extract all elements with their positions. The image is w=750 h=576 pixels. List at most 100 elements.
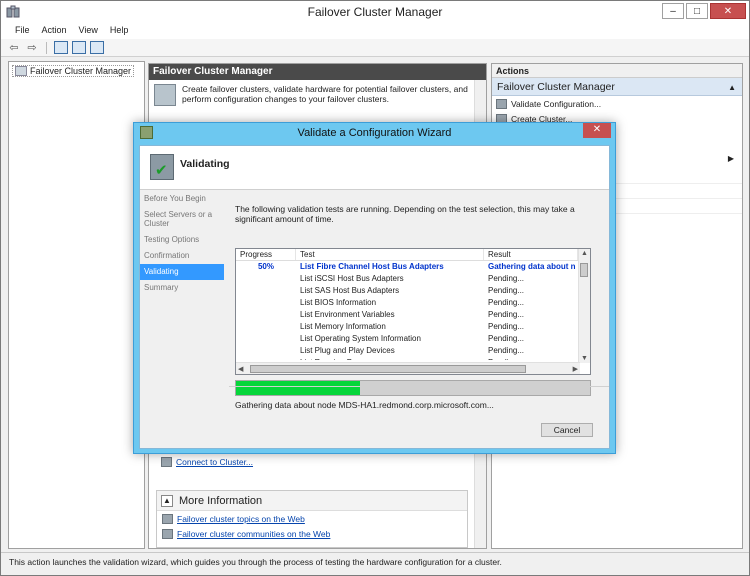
list-header: Progress Test Result: [236, 249, 590, 261]
column-result[interactable]: Result: [484, 249, 578, 260]
step-select-servers[interactable]: Select Servers or a Cluster: [140, 207, 224, 232]
validate-icon: [496, 98, 507, 109]
wizard-close-button[interactable]: ✕: [583, 123, 611, 138]
toolbar-separator: [46, 41, 47, 54]
minimize-button[interactable]: –: [662, 3, 684, 19]
actions-title: Actions: [492, 64, 742, 78]
table-row[interactable]: List Running ProcessesPending...: [236, 357, 590, 360]
menu-bar: File Action View Help: [1, 23, 749, 39]
menu-file[interactable]: File: [9, 23, 36, 39]
cell-progress: [236, 285, 296, 297]
scrollbar-thumb[interactable]: [250, 365, 526, 373]
cell-progress: [236, 357, 296, 360]
cluster-large-icon: [154, 84, 176, 106]
collapse-up-icon[interactable]: ▲: [728, 83, 736, 92]
connect-to-cluster-link[interactable]: Connect to Cluster...: [176, 457, 253, 467]
scrollbar-thumb[interactable]: [580, 263, 588, 277]
validate-wizard-dialog: Validate a Configuration Wizard ✕ ✔ Vali…: [133, 122, 616, 454]
collapse-icon[interactable]: ▲: [161, 494, 173, 507]
wizard-page-title: Validating: [180, 158, 230, 170]
cell-result: Pending...: [488, 310, 525, 319]
wizard-steps: Before You Begin Select Servers or a Clu…: [140, 191, 224, 448]
forward-arrow-icon[interactable]: ⇨: [25, 41, 39, 55]
wizard-title: Validate a Configuration Wizard: [297, 127, 452, 139]
horizontal-scrollbar[interactable]: ◀ ▶: [236, 362, 580, 374]
cell-result: Pending...: [484, 357, 578, 360]
table-row[interactable]: List SAS Host Bus Adapters Pending...: [236, 285, 590, 297]
scroll-down-icon[interactable]: ▼: [581, 355, 588, 362]
column-test[interactable]: Test: [296, 249, 484, 260]
web-link-icon: [162, 528, 173, 539]
more-information-header: ▲ More Information: [157, 491, 467, 511]
cell-result: Pending...: [488, 346, 525, 355]
back-arrow-icon[interactable]: ⇦: [7, 41, 21, 55]
intro-text: The following validation tests are runni…: [235, 204, 575, 224]
progress-fill: [236, 381, 360, 395]
description-text: Create failover clusters, validate hardw…: [182, 84, 468, 104]
topics-link[interactable]: Failover cluster topics on the Web: [177, 514, 305, 524]
cell-result: Gathering data about n: [488, 262, 576, 271]
table-row[interactable]: List Plug and Play Devices Pending...: [236, 345, 590, 357]
status-bar: This action launches the validation wiza…: [1, 552, 749, 575]
cell-result: Pending...: [488, 274, 525, 283]
scroll-left-icon[interactable]: ◀: [238, 365, 243, 373]
cell-progress: 50%: [257, 262, 274, 271]
cell-test: List iSCSI Host Bus Adapters: [300, 274, 404, 283]
cell-progress: [236, 345, 296, 357]
help-icon[interactable]: [72, 41, 86, 54]
web-link-icon: [162, 513, 173, 524]
cell-progress: [236, 297, 296, 309]
more-information-title: More Information: [179, 494, 263, 507]
action-pane-icon[interactable]: [90, 41, 104, 54]
close-button[interactable]: ✕: [710, 3, 746, 19]
title-bar: Failover Cluster Manager – □ ✕: [1, 1, 749, 23]
connect-cluster-icon: [161, 457, 172, 467]
table-row[interactable]: List iSCSI Host Bus Adapters Pending...: [236, 273, 590, 285]
validate-check-icon: ✔: [150, 154, 174, 180]
progress-status-text: Gathering data about node MDS-HA1.redmon…: [235, 400, 494, 410]
tree-item-label: Failover Cluster Manager: [30, 66, 132, 76]
tree-item-root[interactable]: Failover Cluster Manager: [12, 65, 135, 77]
column-progress[interactable]: Progress: [236, 249, 296, 260]
center-header: Failover Cluster Manager: [149, 64, 486, 80]
step-before-you-begin[interactable]: Before You Begin: [140, 191, 224, 207]
cell-progress: [236, 309, 296, 321]
toolbar: ⇦ ⇨: [1, 39, 749, 57]
table-row[interactable]: List Environment Variables Pending...: [236, 309, 590, 321]
submenu-arrow-icon[interactable]: ▶: [728, 154, 734, 163]
menu-help[interactable]: Help: [104, 23, 135, 39]
menu-action[interactable]: Action: [36, 23, 73, 39]
step-validating[interactable]: Validating: [140, 264, 224, 280]
step-testing-options[interactable]: Testing Options: [140, 232, 224, 248]
action-validate-configuration[interactable]: Validate Configuration...: [492, 96, 742, 111]
validation-tests-list[interactable]: Progress Test Result 50% List Fibre Chann…: [235, 248, 591, 375]
step-confirmation[interactable]: Confirmation: [140, 248, 224, 264]
cancel-button[interactable]: Cancel: [541, 423, 593, 437]
vertical-scrollbar[interactable]: ▲ ▼: [578, 249, 590, 363]
actions-group-header[interactable]: Failover Cluster Manager ▲: [492, 78, 742, 96]
step-summary[interactable]: Summary: [140, 280, 224, 296]
table-row[interactable]: List BIOS Information Pending...: [236, 297, 590, 309]
communities-link[interactable]: Failover cluster communities on the Web: [177, 529, 330, 539]
console-tree-icon[interactable]: [54, 41, 68, 54]
table-row[interactable]: 50% List Fibre Channel Host Bus Adapters G…: [236, 261, 590, 273]
window-title: Failover Cluster Manager: [307, 5, 443, 19]
wizard-header: ✔ Validating: [140, 146, 609, 190]
wizard-title-bar: Validate a Configuration Wizard ✕: [134, 123, 615, 143]
cell-test: List Environment Variables: [300, 310, 395, 319]
cluster-icon: [15, 66, 27, 76]
cell-progress: [236, 333, 296, 345]
console-tree: Failover Cluster Manager: [8, 61, 145, 549]
wizard-footer-divider: [229, 386, 609, 387]
maximize-button[interactable]: □: [686, 3, 708, 19]
list-body: 50% List Fibre Channel Host Bus Adapters G…: [236, 261, 590, 360]
table-row[interactable]: List Operating System Information Pending…: [236, 333, 590, 345]
scroll-up-icon[interactable]: ▲: [581, 250, 588, 257]
scroll-right-icon[interactable]: ▶: [573, 365, 578, 373]
cell-result: Pending...: [488, 286, 525, 295]
wizard-content: The following validation tests are runni…: [229, 191, 609, 448]
menu-view[interactable]: View: [73, 23, 104, 39]
cell-test: List Fibre Channel Host Bus Adapters: [300, 262, 444, 271]
wizard-body: ✔ Validating Before You Begin Select Ser…: [139, 145, 610, 449]
table-row[interactable]: List Memory Information Pending...: [236, 321, 590, 333]
